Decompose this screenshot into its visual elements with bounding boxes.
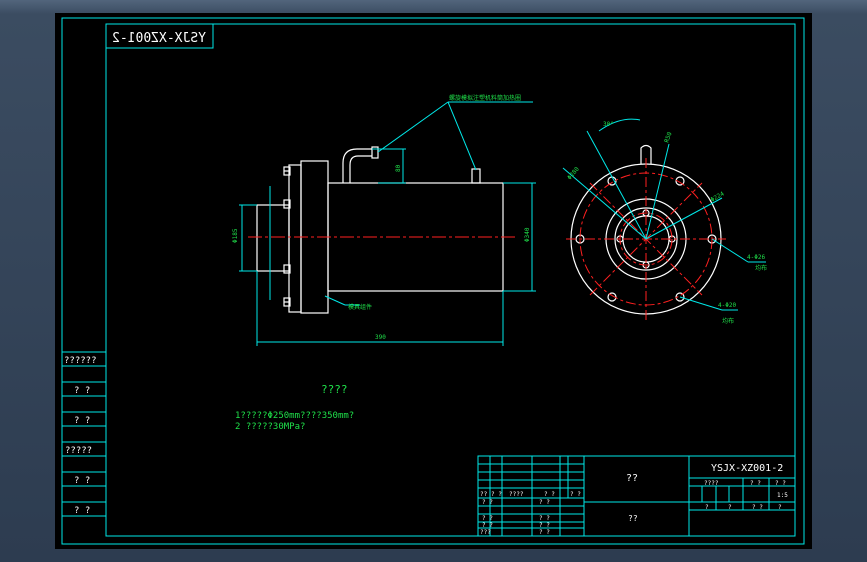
- flange-centerlines: [566, 158, 726, 322]
- dim-body-dia: Φ340: [524, 227, 531, 242]
- title-name-bottom: ??: [628, 514, 638, 523]
- sign-cell-3: ? ?: [539, 522, 550, 529]
- rev-cell-5: ? ?: [570, 491, 581, 498]
- foot-cell-4: ?: [778, 504, 782, 511]
- sign-row-4: ???: [480, 529, 491, 536]
- leader-note-bottom: 模具组件: [348, 303, 372, 311]
- head-cell-3: ? ?: [775, 480, 786, 487]
- dim-length: 390: [375, 334, 386, 341]
- dim-holes-inner: 4-Φ20: [718, 302, 736, 309]
- side-dimensions: [239, 148, 536, 346]
- title-name-top: ??: [626, 473, 638, 484]
- foot-cell-3: ? ?: [752, 504, 763, 511]
- dim-holes-inner-note: 均布: [722, 317, 734, 325]
- head-cell-1: ????: [704, 480, 719, 487]
- left-boss: [256, 204, 290, 272]
- sign-row-1: ? ?: [482, 499, 493, 506]
- left-column-table: [62, 351, 106, 517]
- rev-cell-3: ????: [509, 491, 524, 498]
- left-col-cell-3: ? ?: [74, 416, 90, 426]
- dim-top-offset: 80: [395, 164, 402, 172]
- drawing-number: YSJX-XZ001-2: [711, 463, 783, 474]
- sign-cell-4: ? ?: [539, 529, 550, 536]
- left-col-cell-1: ??????: [64, 356, 97, 366]
- inlet-pipe-inner: [349, 155, 372, 183]
- head-cell-2: ? ?: [750, 480, 761, 487]
- sign-row-2: ? ?: [482, 515, 493, 522]
- dim-pcd-outer: Φ280: [566, 165, 581, 181]
- dim-left-dia: Φ185: [232, 228, 239, 243]
- dim-holes-outer-note: 均布: [755, 264, 767, 272]
- flange-plate: [288, 164, 302, 313]
- side-view: [256, 146, 504, 314]
- note-line-1: 1?????Φ250mm????350mm?: [235, 411, 354, 421]
- left-col-cell-2: ? ?: [74, 386, 90, 396]
- scale-value: 1:5: [777, 492, 788, 499]
- foot-cell-1: ?: [705, 504, 709, 511]
- rev-cell-1: ??: [480, 491, 488, 498]
- sign-cell-1: ? ?: [539, 499, 550, 506]
- dim-holes-outer: 4-Φ26: [747, 254, 765, 261]
- notes-title: ????: [321, 383, 348, 396]
- rev-cell-2: ? ?: [491, 491, 502, 498]
- leader-note-top: 螺旋模拟注塑机料筒加热圈: [449, 94, 521, 102]
- left-col-cell-5: ? ?: [74, 476, 90, 486]
- cad-drawing-canvas[interactable]: YSJX-XZ001-2 ?????? ? ? ? ? ????? ? ? ? …: [0, 0, 867, 562]
- left-col-cell-6: ? ?: [74, 506, 90, 516]
- dim-angle: 30°: [603, 121, 614, 128]
- dim-radius: R50: [663, 131, 673, 144]
- left-col-cell-4: ?????: [65, 446, 92, 456]
- note-line-2: 2 ?????30MPa?: [235, 422, 305, 432]
- vent-nozzle: [471, 168, 481, 184]
- outer-frame: [61, 17, 805, 545]
- inlet-pipe-outer: [342, 148, 372, 183]
- rev-cell-4: ? ?: [544, 491, 555, 498]
- sign-cell-2: ? ?: [539, 515, 550, 522]
- foot-cell-2: ?: [728, 504, 732, 511]
- mirrored-stamp: YSJX-XZ001-2: [112, 31, 206, 46]
- leader-lines: [345, 101, 533, 306]
- sign-row-3: ? ?: [482, 522, 493, 529]
- dim-pcd-inner: Φ224: [710, 190, 726, 203]
